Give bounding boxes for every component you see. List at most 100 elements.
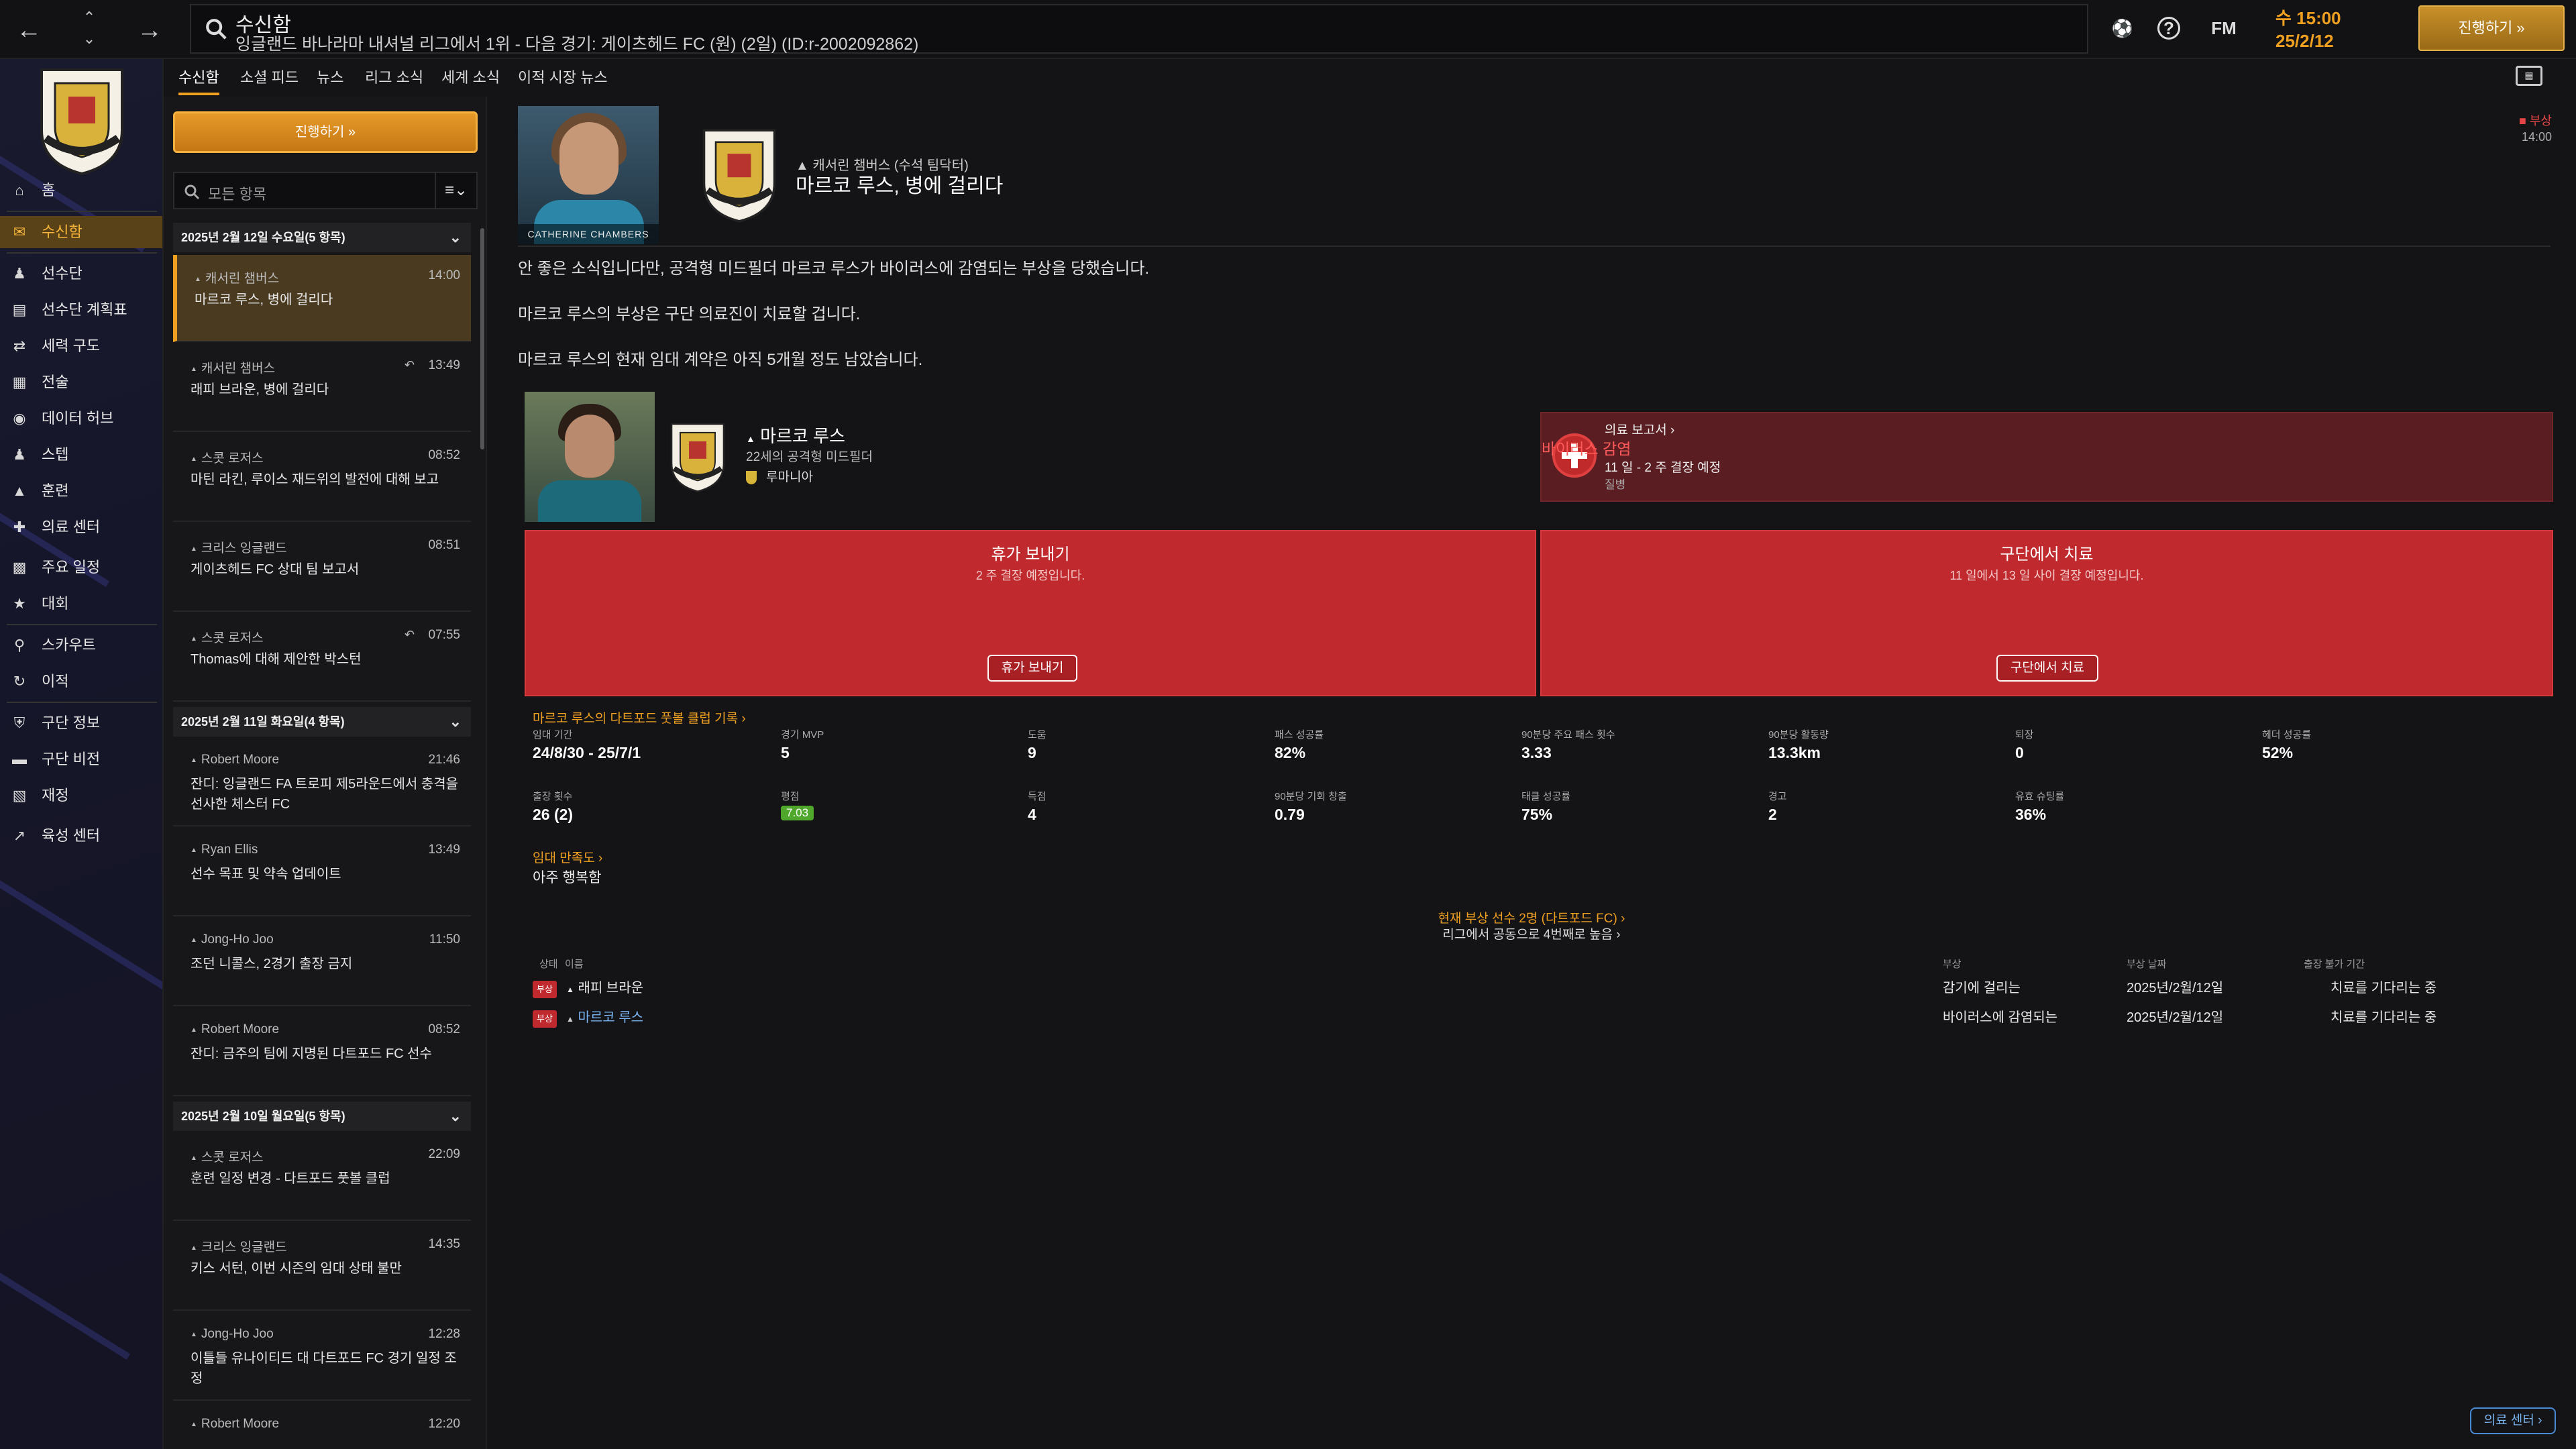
inbox-message[interactable]: 캐서린 챔버스 14:00 마르코 루스, 병에 걸리다 — [173, 255, 471, 342]
inbox-message[interactable]: Jong-Ho Joo 11:50 조던 니콜스, 2경기 출장 금지 — [173, 919, 471, 1006]
treat-at-club-button[interactable]: 구단에서 치료 — [1996, 655, 2098, 682]
sidebar-item-finances[interactable]: ▧ 재정 — [0, 780, 162, 812]
injury-rank-link[interactable]: 리그에서 공동으로 4번째로 높음 › — [1442, 928, 1620, 942]
tab-news[interactable]: 뉴스 — [317, 66, 343, 93]
inbox-message[interactable]: 스콧 로저스 ↶ 07:55 Thomas에 대해 제안한 박스턴 — [173, 614, 471, 702]
sidebar-item-data-hub[interactable]: ◉ 데이터 허브 — [0, 402, 162, 435]
screen-toggle-icon[interactable]: ▦ — [2516, 66, 2542, 86]
player-nation[interactable]: 루마니아 — [746, 467, 813, 485]
sidebar-item-label: 대회 — [42, 595, 69, 612]
sidebar-item-squad-planner[interactable]: ▤ 선수단 계획표 — [0, 294, 162, 326]
send-on-holiday-button[interactable]: 휴가 보내기 — [987, 655, 1077, 682]
back-arrow-icon[interactable]: ← — [12, 13, 46, 47]
tab-social-feed[interactable]: 소셜 피드 — [240, 66, 299, 93]
col-status[interactable]: 상태 — [539, 957, 558, 971]
table-row[interactable]: 부상 ▲ 마르코 루스 바이러스에 감염되는 2025년/2월/12일 치료를 … — [533, 1004, 2559, 1032]
inbox-message[interactable]: Ryan Ellis 13:49 선수 목표 및 약속 업데이트 — [173, 829, 471, 916]
table-row[interactable]: 부상 ▲ 래피 브라운 감기에 걸리는 2025년/2월/12일 치료를 기다리… — [533, 974, 2559, 1002]
inbox-group-header[interactable]: 2025년 2월 11일 화요일(4 항목) ⌄ — [173, 707, 471, 737]
injury-rank[interactable]: 리그에서 공동으로 4번째로 높음 › — [487, 924, 2576, 943]
sidebar-item-development[interactable]: ↗ 육성 센터 — [0, 820, 162, 852]
forward-arrow-icon[interactable]: → — [133, 13, 166, 47]
sidebar-item-inbox[interactable]: ✉ 수신함 — [0, 216, 162, 248]
search-box[interactable]: 수신함 잉글랜드 바나라마 내셔널 리그에서 1위 - 다음 경기: 게이츠헤드… — [190, 4, 2088, 54]
inbox-message[interactable]: 크리스 잉글랜드 14:35 키스 서턴, 이번 시즌의 임대 상태 불만 — [173, 1224, 471, 1311]
sidebar-item-tactics[interactable]: ▦ 전술 — [0, 366, 162, 398]
inbox-message[interactable]: Robert Moore 21:46 잔디: 잉글랜드 FA 트로피 제5라운드… — [173, 739, 471, 826]
inbox-message[interactable]: 스콧 로저스 08:52 마틴 라킨, 루이스 재드위의 발전에 대해 보고 — [173, 435, 471, 522]
inbox-message[interactable]: 캐서린 챔버스 ↶ 13:49 래피 브라운, 병에 걸리다 — [173, 345, 471, 432]
stat-value: 5 — [781, 744, 790, 761]
staff-photo[interactable]: CATHERINE CHAMBERS — [518, 106, 659, 244]
sidebar-item-transfers[interactable]: ↻ 이적 — [0, 665, 162, 698]
inbox-message[interactable]: Jong-Ho Joo 12:28 이틀들 유나이티드 대 다트포드 FC 경기… — [173, 1313, 471, 1401]
history-updown[interactable]: ⌃ ⌄ — [79, 7, 99, 50]
sidebar-item-training[interactable]: ▲ 훈련 — [0, 475, 162, 507]
chevron-down-icon[interactable]: ⌄ — [449, 223, 462, 252]
club-crest[interactable] — [28, 63, 136, 176]
sidebar-item-staff[interactable]: ♟ 스텝 — [0, 439, 162, 471]
club-info-icon: ⛨ — [13, 714, 25, 731]
inbox-message[interactable]: 크리스 잉글랜드 08:51 게이츠헤드 FC 상대 팀 보고서 — [173, 525, 471, 612]
player-link[interactable]: ▲ 마르코 루스 — [566, 1004, 643, 1033]
sidebar-item-competitions[interactable]: ★ 대회 — [0, 588, 162, 620]
col-date[interactable]: 부상 날짜 — [2127, 957, 2166, 971]
scrollbar[interactable] — [480, 228, 484, 449]
sidebar-item-medical[interactable]: ✚ 의료 센터 — [0, 511, 162, 543]
chevron-down-icon[interactable]: ⌄ — [449, 1102, 462, 1131]
inbox-message[interactable]: 스콧 로저스 22:09 훈련 일정 변경 - 다트포드 풋볼 클럽 — [173, 1134, 471, 1221]
player-name[interactable]: ▲ 마르코 루스 — [746, 423, 845, 447]
inbox-continue-button[interactable]: 진행하기 » — [173, 111, 478, 153]
help-icon[interactable]: ? — [2157, 17, 2180, 40]
sidebar-item-calendar[interactable]: ▩ 주요 일정 — [0, 551, 162, 584]
col-injury[interactable]: 부상 — [1943, 957, 1962, 971]
stat-label: 득점 — [1028, 791, 1046, 802]
tab-transfer-news[interactable]: 이적 시장 뉴스 — [518, 66, 608, 93]
chevron-up-icon[interactable]: ⌃ — [79, 7, 99, 28]
loan-satisfaction-link[interactable]: 임대 만족도 › — [533, 848, 602, 866]
inbox-filter[interactable]: 모든 항목 ≡⌄ — [173, 172, 478, 209]
filter-input[interactable]: 모든 항목 — [208, 182, 266, 204]
sidebar-item-scouting[interactable]: ⚲ 스카우트 — [0, 629, 162, 661]
stat-value: 2 — [1768, 806, 1777, 823]
chevron-down-icon[interactable]: ⌄ — [79, 28, 99, 50]
sidebar-item-dynamics[interactable]: ⇄ 세력 구도 — [0, 330, 162, 362]
tab-league-news[interactable]: 리그 소식 — [365, 66, 423, 93]
medical-report-link[interactable]: 의료 보고서 › — [1605, 420, 1674, 438]
chevron-down-icon[interactable]: ⌄ — [449, 707, 462, 737]
tab-world-news[interactable]: 세계 소식 — [441, 66, 500, 93]
stat-loan-period: 임대 기간 24/8/30 - 25/7/1 — [533, 727, 641, 762]
inbox-icon: ✉ — [13, 223, 26, 240]
club-crest[interactable] — [663, 419, 733, 494]
sidebar-item-club-vision[interactable]: ▬ 구단 비전 — [0, 743, 162, 775]
player-club-record-link[interactable]: 마르코 루스의 다트포드 풋볼 클럽 기록 › — [533, 708, 746, 727]
continue-button[interactable]: 진행하기 » — [2418, 5, 2565, 51]
message-paragraph: 안 좋은 소식입니다만, 공격형 미드필더 마르코 루스가 바이러스에 감염되는… — [518, 260, 1150, 278]
medical-center-button[interactable]: 의료 센터 › — [2470, 1407, 2556, 1434]
sidebar-item-home[interactable]: ⌂ 홈 — [0, 174, 162, 207]
inbox-group-header[interactable]: 2025년 2월 10일 월요일(5 항목) ⌄ — [173, 1102, 471, 1131]
injury-count-link[interactable]: 현재 부상 선수 2명 (다트포드 FC) › — [1438, 912, 1625, 926]
ball-icon[interactable]: ⚽ — [2109, 15, 2136, 42]
message-title: 마르코 루스, 병에 걸리다 — [796, 175, 1004, 197]
stat-value: 4 — [1028, 806, 1036, 823]
medical-report-panel[interactable]: 의료 보고서 › 바이러스 감염 11 일 - 2 주 결장 예정 질병 — [1540, 412, 2553, 502]
sidebar-item-club-info[interactable]: ⛨ 구단 정보 — [0, 707, 162, 739]
inbox-panel: 진행하기 » 모든 항목 ≡⌄ 2025년 2월 12일 수요일(5 항목) ⌄… — [164, 97, 487, 1449]
filter-menu-icon[interactable]: ≡⌄ — [435, 173, 476, 208]
col-return[interactable]: 출장 불가 기간 — [2304, 957, 2365, 971]
home-icon: ⌂ — [15, 182, 24, 199]
fm-menu[interactable]: FM — [2207, 15, 2241, 42]
player-photo[interactable] — [525, 392, 655, 522]
inbox-message[interactable]: Robert Moore 12:20 — [173, 1403, 471, 1449]
game-datetime[interactable]: 수 15:00 25/2/12 — [2275, 7, 2341, 52]
message-subject: 잔디: 금주의 팀에 지명된 다트포드 FC 선수 — [191, 1046, 432, 1061]
inbox-message[interactable]: Robert Moore 08:52 잔디: 금주의 팀에 지명된 다트포드 F… — [173, 1009, 471, 1096]
col-name[interactable]: 이름 — [565, 957, 584, 971]
club-crest[interactable] — [692, 123, 786, 224]
injury-summary[interactable]: 현재 부상 선수 2명 (다트포드 FC) › — [487, 908, 2576, 926]
inbox-group-header[interactable]: 2025년 2월 12일 수요일(5 항목) ⌄ — [173, 223, 471, 252]
tab-inbox[interactable]: 수신함 — [178, 66, 219, 95]
sidebar-item-squad[interactable]: ♟ 선수단 — [0, 258, 162, 290]
player-link[interactable]: ▲ 래피 브라운 — [566, 974, 643, 1004]
